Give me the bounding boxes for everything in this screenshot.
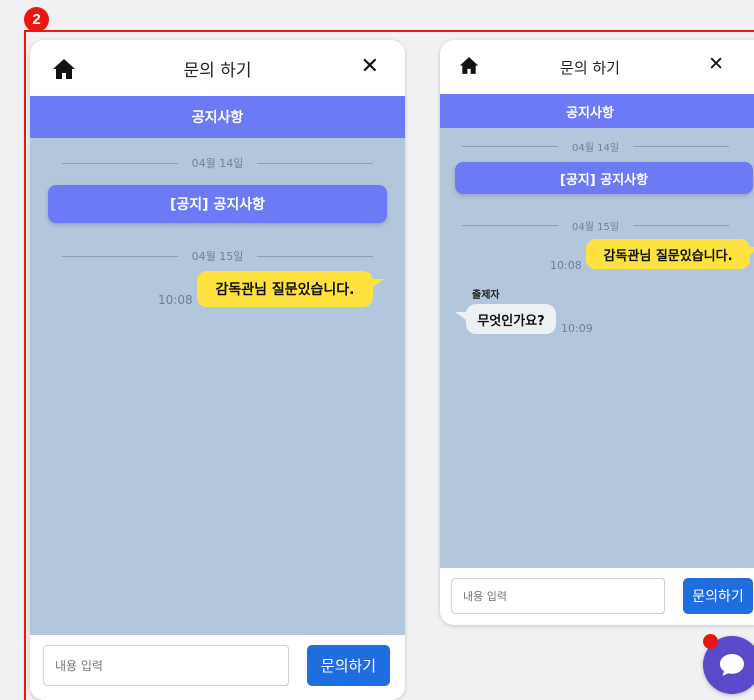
message-time: 10:08 xyxy=(550,259,582,272)
reply-message-bubble: 무엇인가요? xyxy=(455,304,556,334)
chat-area[interactable]: 04월 14일 [공지] 공지사항 04월 15일 1 10:08 감독관님 질… xyxy=(30,138,405,635)
notice-card[interactable]: [공지] 공지사항 xyxy=(455,162,753,194)
home-icon[interactable] xyxy=(459,56,479,75)
message-input[interactable] xyxy=(451,578,665,614)
date-divider: 04월 15일 xyxy=(440,218,754,233)
inquiry-panel-left: 문의 하기 ✕ 공지사항 04월 14일 [공지] 공지사항 04월 15일 1… xyxy=(30,40,405,700)
date-divider: 04월 14일 xyxy=(440,139,754,154)
notice-tab[interactable]: 공지사항 xyxy=(30,96,405,138)
date-label: 04월 14일 xyxy=(191,157,244,170)
input-bar: 문의하기 xyxy=(440,568,754,625)
sender-name: 출제자 xyxy=(472,290,500,301)
send-inquiry-button[interactable]: 문의하기 xyxy=(307,645,390,686)
my-message-bubble: 감독관님 질문있습니다. xyxy=(197,271,384,307)
close-icon[interactable]: ✕ xyxy=(708,53,724,75)
date-divider: 04월 14일 xyxy=(30,155,405,171)
chat-bubble-icon xyxy=(720,654,744,676)
home-icon[interactable] xyxy=(52,58,76,80)
input-bar: 문의하기 xyxy=(30,635,405,700)
step-number-badge: 2 xyxy=(24,7,49,32)
date-divider: 04월 15일 xyxy=(30,248,405,264)
chat-area[interactable]: 04월 14일 [공지] 공지사항 04월 15일 10:08 감독관님 질문있… xyxy=(440,128,754,568)
date-label: 04월 14일 xyxy=(572,143,620,154)
notification-dot xyxy=(703,634,718,649)
send-inquiry-button[interactable]: 문의하기 xyxy=(683,578,753,614)
panel-header: 문의 하기 ✕ xyxy=(30,40,405,96)
page-title: 문의 하기 xyxy=(560,58,620,77)
inquiry-panel-right: 문의 하기 ✕ 공지사항 04월 14일 [공지] 공지사항 04월 15일 1… xyxy=(440,40,754,625)
message-time: 10:09 xyxy=(561,322,593,335)
close-icon[interactable]: ✕ xyxy=(361,54,379,79)
notice-card[interactable]: [공지] 공지사항 xyxy=(48,185,387,223)
page-title: 문의 하기 xyxy=(183,60,252,81)
date-label: 04월 15일 xyxy=(191,250,244,263)
panel-header: 문의 하기 ✕ xyxy=(440,40,754,94)
message-time: 10:08 xyxy=(158,293,193,307)
date-label: 04월 15일 xyxy=(572,222,620,233)
notice-tab[interactable]: 공지사항 xyxy=(440,94,754,128)
my-message-bubble: 감독관님 질문있습니다. xyxy=(586,239,754,269)
message-input[interactable] xyxy=(43,645,289,686)
